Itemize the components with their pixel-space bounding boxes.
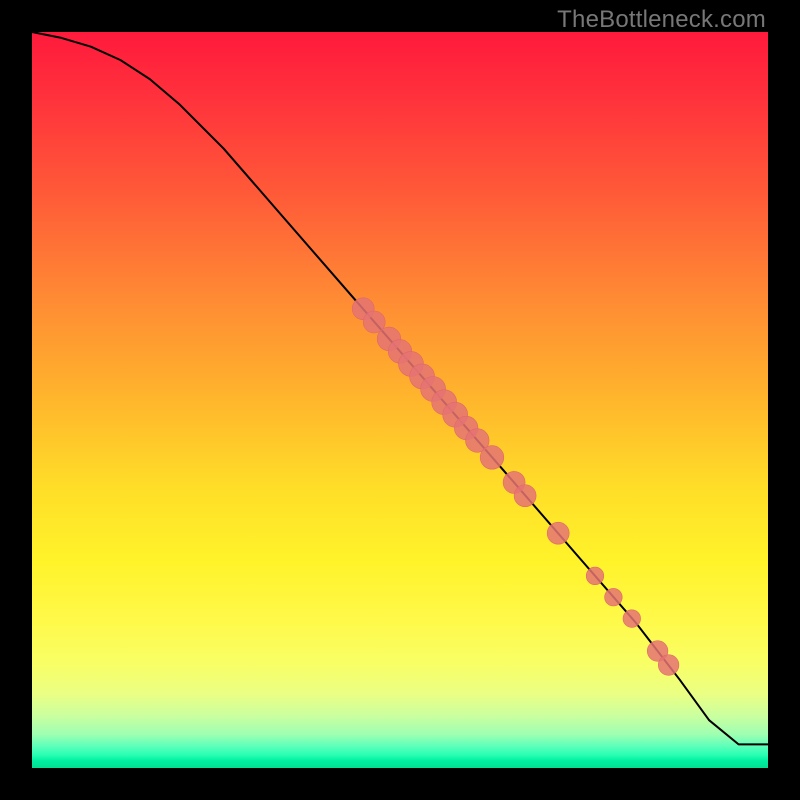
data-marker bbox=[605, 588, 623, 606]
marker-group bbox=[352, 298, 679, 676]
data-marker bbox=[586, 567, 604, 585]
data-marker bbox=[547, 522, 569, 544]
chart-svg bbox=[32, 32, 768, 768]
performance-curve-line bbox=[32, 32, 768, 744]
data-marker bbox=[514, 485, 536, 507]
chart-gradient-area bbox=[32, 32, 768, 768]
data-marker bbox=[623, 610, 641, 628]
attribution-text: TheBottleneck.com bbox=[557, 6, 766, 34]
data-marker bbox=[658, 655, 679, 676]
data-marker bbox=[480, 446, 504, 470]
chart-frame: TheBottleneck.com bbox=[0, 0, 800, 800]
